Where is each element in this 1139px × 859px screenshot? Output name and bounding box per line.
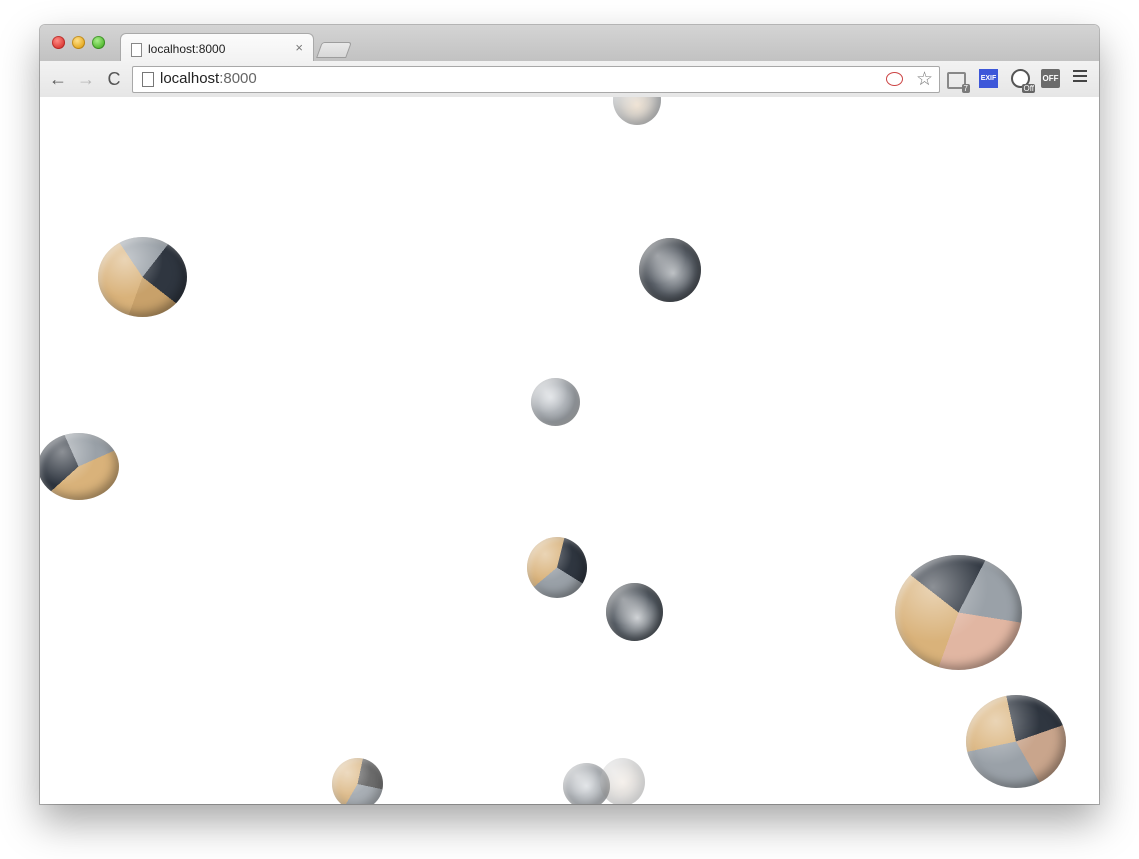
tab-strip: localhost:8000 ×: [40, 25, 1099, 63]
address-bar[interactable]: localhost:8000 ☆: [132, 66, 940, 93]
page-icon: [131, 43, 142, 57]
panorama-sphere: [40, 433, 119, 500]
tab-close-icon[interactable]: ×: [295, 40, 303, 55]
globe-extension-icon[interactable]: Off: [1011, 69, 1035, 93]
url-text[interactable]: localhost:8000: [160, 70, 257, 87]
new-tab-button[interactable]: [316, 42, 352, 58]
browser-window: localhost:8000 × ← → C localhost:8000 ☆ …: [40, 25, 1099, 804]
url-port: :8000: [219, 70, 257, 87]
omnibox-extension-icon[interactable]: [886, 72, 903, 86]
window-maximize-button[interactable]: [92, 36, 105, 49]
panorama-sphere: [332, 758, 383, 804]
panorama-sphere: [966, 695, 1066, 788]
tab-localhost[interactable]: localhost:8000 ×: [120, 33, 314, 63]
bookmark-star-icon[interactable]: ☆: [916, 68, 933, 91]
window-close-button[interactable]: [52, 36, 65, 49]
window-minimize-button[interactable]: [72, 36, 85, 49]
browser-toolbar: ← → C localhost:8000 ☆ 7 EXIF Off OFF: [40, 61, 1099, 98]
forward-arrow-icon[interactable]: →: [75, 68, 97, 90]
off-extension-icon[interactable]: OFF: [1041, 69, 1060, 88]
back-arrow-icon[interactable]: ←: [47, 68, 69, 90]
panorama-sphere: [606, 583, 663, 641]
page-viewport: [40, 97, 1099, 804]
page-icon: [142, 72, 154, 87]
panorama-sphere: [527, 537, 587, 598]
panorama-sphere: [639, 238, 701, 302]
gmail-extension-icon[interactable]: 7: [947, 72, 970, 93]
panorama-sphere: [531, 378, 580, 426]
tab-title: localhost:8000: [148, 42, 226, 56]
gmail-badge: 7: [961, 84, 970, 93]
panorama-sphere: [613, 97, 661, 125]
panorama-sphere: [98, 237, 187, 317]
exif-extension-icon[interactable]: EXIF: [979, 69, 998, 88]
panorama-sphere: [895, 555, 1022, 670]
menu-icon[interactable]: [1073, 70, 1087, 86]
url-host: localhost: [160, 70, 220, 87]
panorama-sphere: [600, 758, 645, 804]
globe-badge: Off: [1022, 84, 1035, 93]
reload-icon[interactable]: C: [103, 68, 125, 90]
